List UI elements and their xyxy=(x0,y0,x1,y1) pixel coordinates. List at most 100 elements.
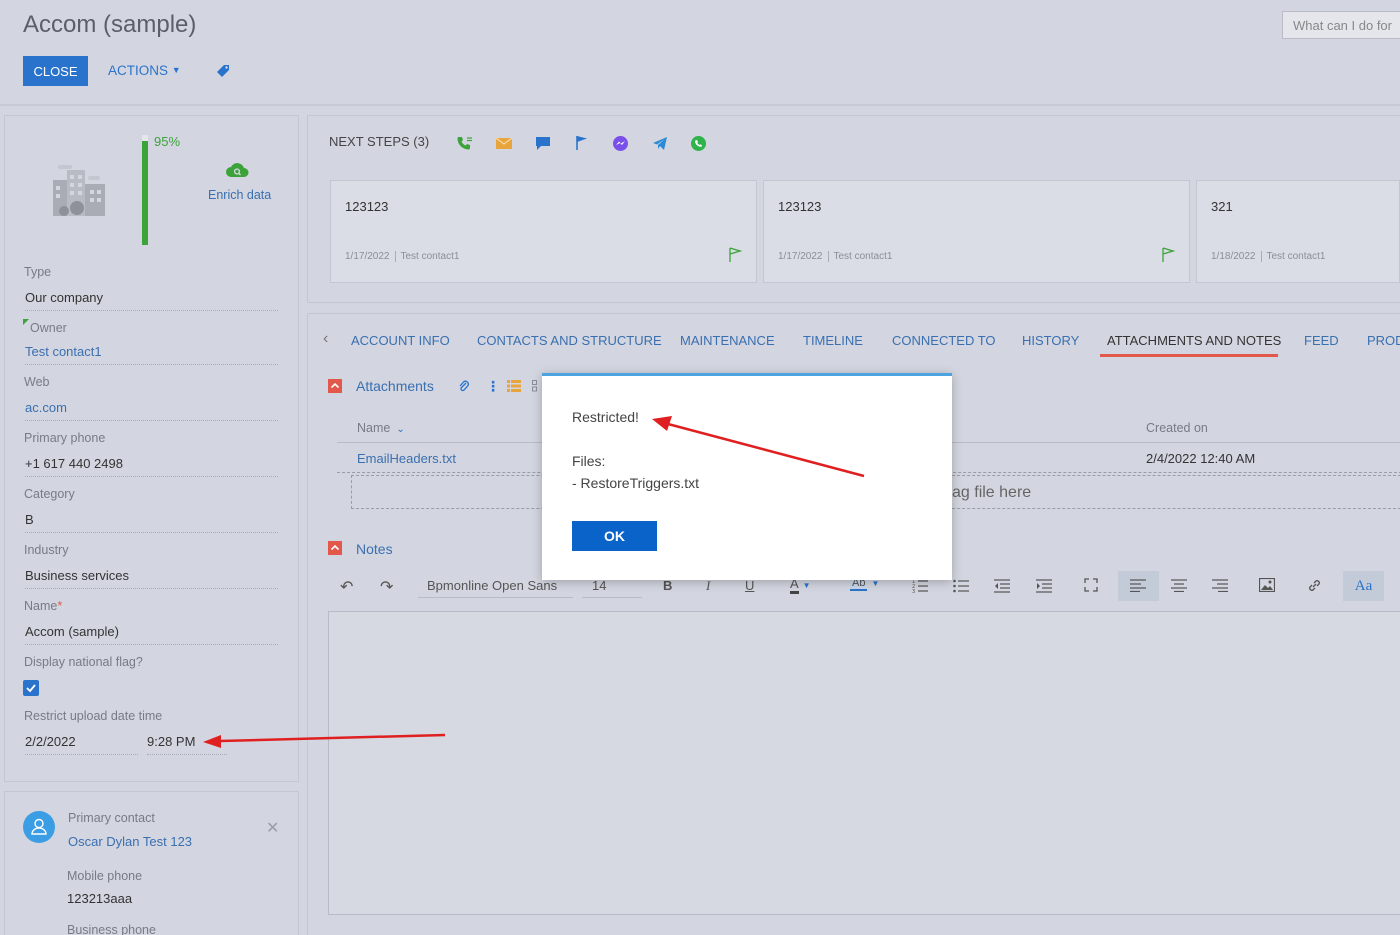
undo-icon[interactable]: ↶ xyxy=(340,577,353,597)
email-icon[interactable] xyxy=(495,137,513,150)
flag-icon[interactable] xyxy=(1161,247,1175,263)
numbered-list-icon[interactable]: 123 xyxy=(912,579,928,593)
name-label-text: Name xyxy=(24,599,58,613)
italic-icon[interactable]: I xyxy=(706,578,710,594)
tab-history[interactable]: HISTORY xyxy=(1022,333,1079,348)
primary-phone-value[interactable]: +1 617 440 2498 xyxy=(25,456,278,477)
tab-maintenance[interactable]: MAINTENANCE xyxy=(680,333,775,348)
task-flag-icon[interactable] xyxy=(575,135,589,151)
attachments-collapse-button[interactable] xyxy=(328,379,342,393)
more-options-icon[interactable]: ⋮ xyxy=(486,378,500,395)
tab-attachments-and-notes[interactable]: ATTACHMENTS AND NOTES xyxy=(1107,333,1281,348)
messenger-icon[interactable] xyxy=(612,135,629,152)
next-step-date: 1/18/2022 xyxy=(1211,251,1256,262)
national-flag-label: Display national flag? xyxy=(24,655,143,669)
bullet-list-icon[interactable] xyxy=(953,579,969,593)
tab-products[interactable]: PROD xyxy=(1367,333,1400,348)
account-profile-panel xyxy=(4,115,299,782)
check-icon xyxy=(26,684,36,693)
next-step-card[interactable]: 321 1/18/2022 Test contact1 xyxy=(1196,180,1400,283)
next-step-card[interactable]: 123123 1/17/2022 Test contact1 xyxy=(330,180,757,283)
tab-connected-to[interactable]: CONNECTED TO xyxy=(892,333,996,348)
next-step-title: 321 xyxy=(1211,199,1233,214)
whatsapp-icon[interactable] xyxy=(690,135,707,152)
close-icon[interactable]: ✕ xyxy=(266,818,279,838)
tab-account-info[interactable]: ACCOUNT INFO xyxy=(351,333,450,348)
ok-button[interactable]: OK xyxy=(572,521,657,551)
insert-image-icon[interactable] xyxy=(1259,578,1275,592)
next-step-meta: 1/17/2022 Test contact1 xyxy=(778,251,892,262)
mobile-phone-value[interactable]: 123213aaa xyxy=(67,891,132,906)
next-step-owner: Test contact1 xyxy=(1266,251,1326,262)
insert-link-icon[interactable] xyxy=(1307,578,1322,593)
paperclip-icon[interactable] xyxy=(458,379,470,393)
chevron-up-icon xyxy=(330,544,340,551)
flag-icon[interactable] xyxy=(728,247,742,263)
contact-name-link[interactable]: Oscar Dylan Test 123 xyxy=(68,834,192,849)
created-on-column-header[interactable]: Created on xyxy=(1146,421,1208,435)
restrict-time-input[interactable]: 9:28 PM xyxy=(147,734,227,755)
restrict-upload-label: Restrict upload date time xyxy=(24,709,163,723)
indent-icon[interactable] xyxy=(1036,579,1052,593)
redo-icon[interactable]: ↷ xyxy=(380,577,393,597)
name-label: Name* xyxy=(24,599,62,613)
next-step-title: 123123 xyxy=(345,199,389,214)
dialog-file-item: - RestoreTriggers.txt xyxy=(572,475,700,491)
notes-title: Notes xyxy=(356,541,393,557)
text-format-icon[interactable]: Aa xyxy=(1343,571,1384,601)
owner-marker xyxy=(23,319,29,325)
completeness-bar xyxy=(142,135,148,245)
national-flag-checkbox[interactable] xyxy=(23,680,39,696)
caret-down-icon: ▼ xyxy=(171,65,181,75)
tabs-scroll-left-icon[interactable]: ‹ xyxy=(323,330,328,348)
cloud-search-icon[interactable] xyxy=(225,161,249,179)
font-family-select[interactable]: Bpmonline Open Sans xyxy=(418,578,573,598)
chat-icon[interactable] xyxy=(535,136,551,151)
close-button[interactable]: CLOSE xyxy=(23,56,88,86)
search-input[interactable]: What can I do for xyxy=(1282,11,1400,39)
enrich-data-link[interactable]: Enrich data xyxy=(208,188,271,202)
next-step-owner: Test contact1 xyxy=(833,251,893,262)
tab-timeline[interactable]: TIMELINE xyxy=(803,333,863,348)
web-label: Web xyxy=(24,375,50,389)
next-step-card[interactable]: 123123 1/17/2022 Test contact1 xyxy=(763,180,1190,283)
category-value[interactable]: B xyxy=(25,512,278,533)
web-value[interactable]: ac.com xyxy=(25,400,278,421)
required-marker: * xyxy=(57,599,63,613)
tile-view-icon[interactable] xyxy=(532,380,542,392)
active-tab-indicator xyxy=(1100,354,1278,357)
tab-feed[interactable]: FEED xyxy=(1304,333,1339,348)
underline-icon[interactable]: U xyxy=(745,578,754,593)
name-column-header[interactable]: Name ⌄ xyxy=(357,421,405,435)
outdent-icon[interactable] xyxy=(994,579,1010,593)
list-view-icon[interactable] xyxy=(507,380,521,392)
user-icon xyxy=(31,818,47,835)
align-right-icon[interactable] xyxy=(1212,579,1228,592)
attachment-file-link[interactable]: EmailHeaders.txt xyxy=(357,451,456,466)
file-drop-text: ag file here xyxy=(952,484,1032,501)
actions-label: ACTIONS xyxy=(108,63,169,78)
contact-avatar[interactable] xyxy=(23,811,55,843)
align-left-button[interactable] xyxy=(1118,571,1159,601)
notes-editor[interactable] xyxy=(328,611,1400,915)
contact-role: Primary contact xyxy=(68,811,155,825)
actions-button[interactable]: ACTIONS ▼ xyxy=(108,63,181,78)
tag-icon[interactable] xyxy=(215,63,231,79)
telegram-icon[interactable] xyxy=(652,136,668,151)
next-step-date: 1/17/2022 xyxy=(345,251,390,262)
align-center-icon[interactable] xyxy=(1171,579,1187,592)
type-value[interactable]: Our company xyxy=(25,290,278,311)
restrict-date-input[interactable]: 2/2/2022 xyxy=(25,734,138,755)
industry-value[interactable]: Business services xyxy=(25,568,278,589)
dialog-files-label: Files: xyxy=(572,453,606,469)
owner-value[interactable]: Test contact1 xyxy=(25,344,278,365)
page-title: Accom (sample) xyxy=(23,11,197,38)
phone-call-icon[interactable] xyxy=(456,135,474,151)
completeness-percent: 95% xyxy=(154,134,181,149)
name-value[interactable]: Accom (sample) xyxy=(25,624,278,645)
fullscreen-icon[interactable] xyxy=(1084,578,1098,592)
tab-contacts-and-structure[interactable]: CONTACTS AND STRUCTURE xyxy=(477,333,662,348)
font-size-select[interactable]: 14 xyxy=(582,578,642,598)
bold-icon[interactable]: B xyxy=(663,578,672,593)
notes-collapse-button[interactable] xyxy=(328,541,342,555)
